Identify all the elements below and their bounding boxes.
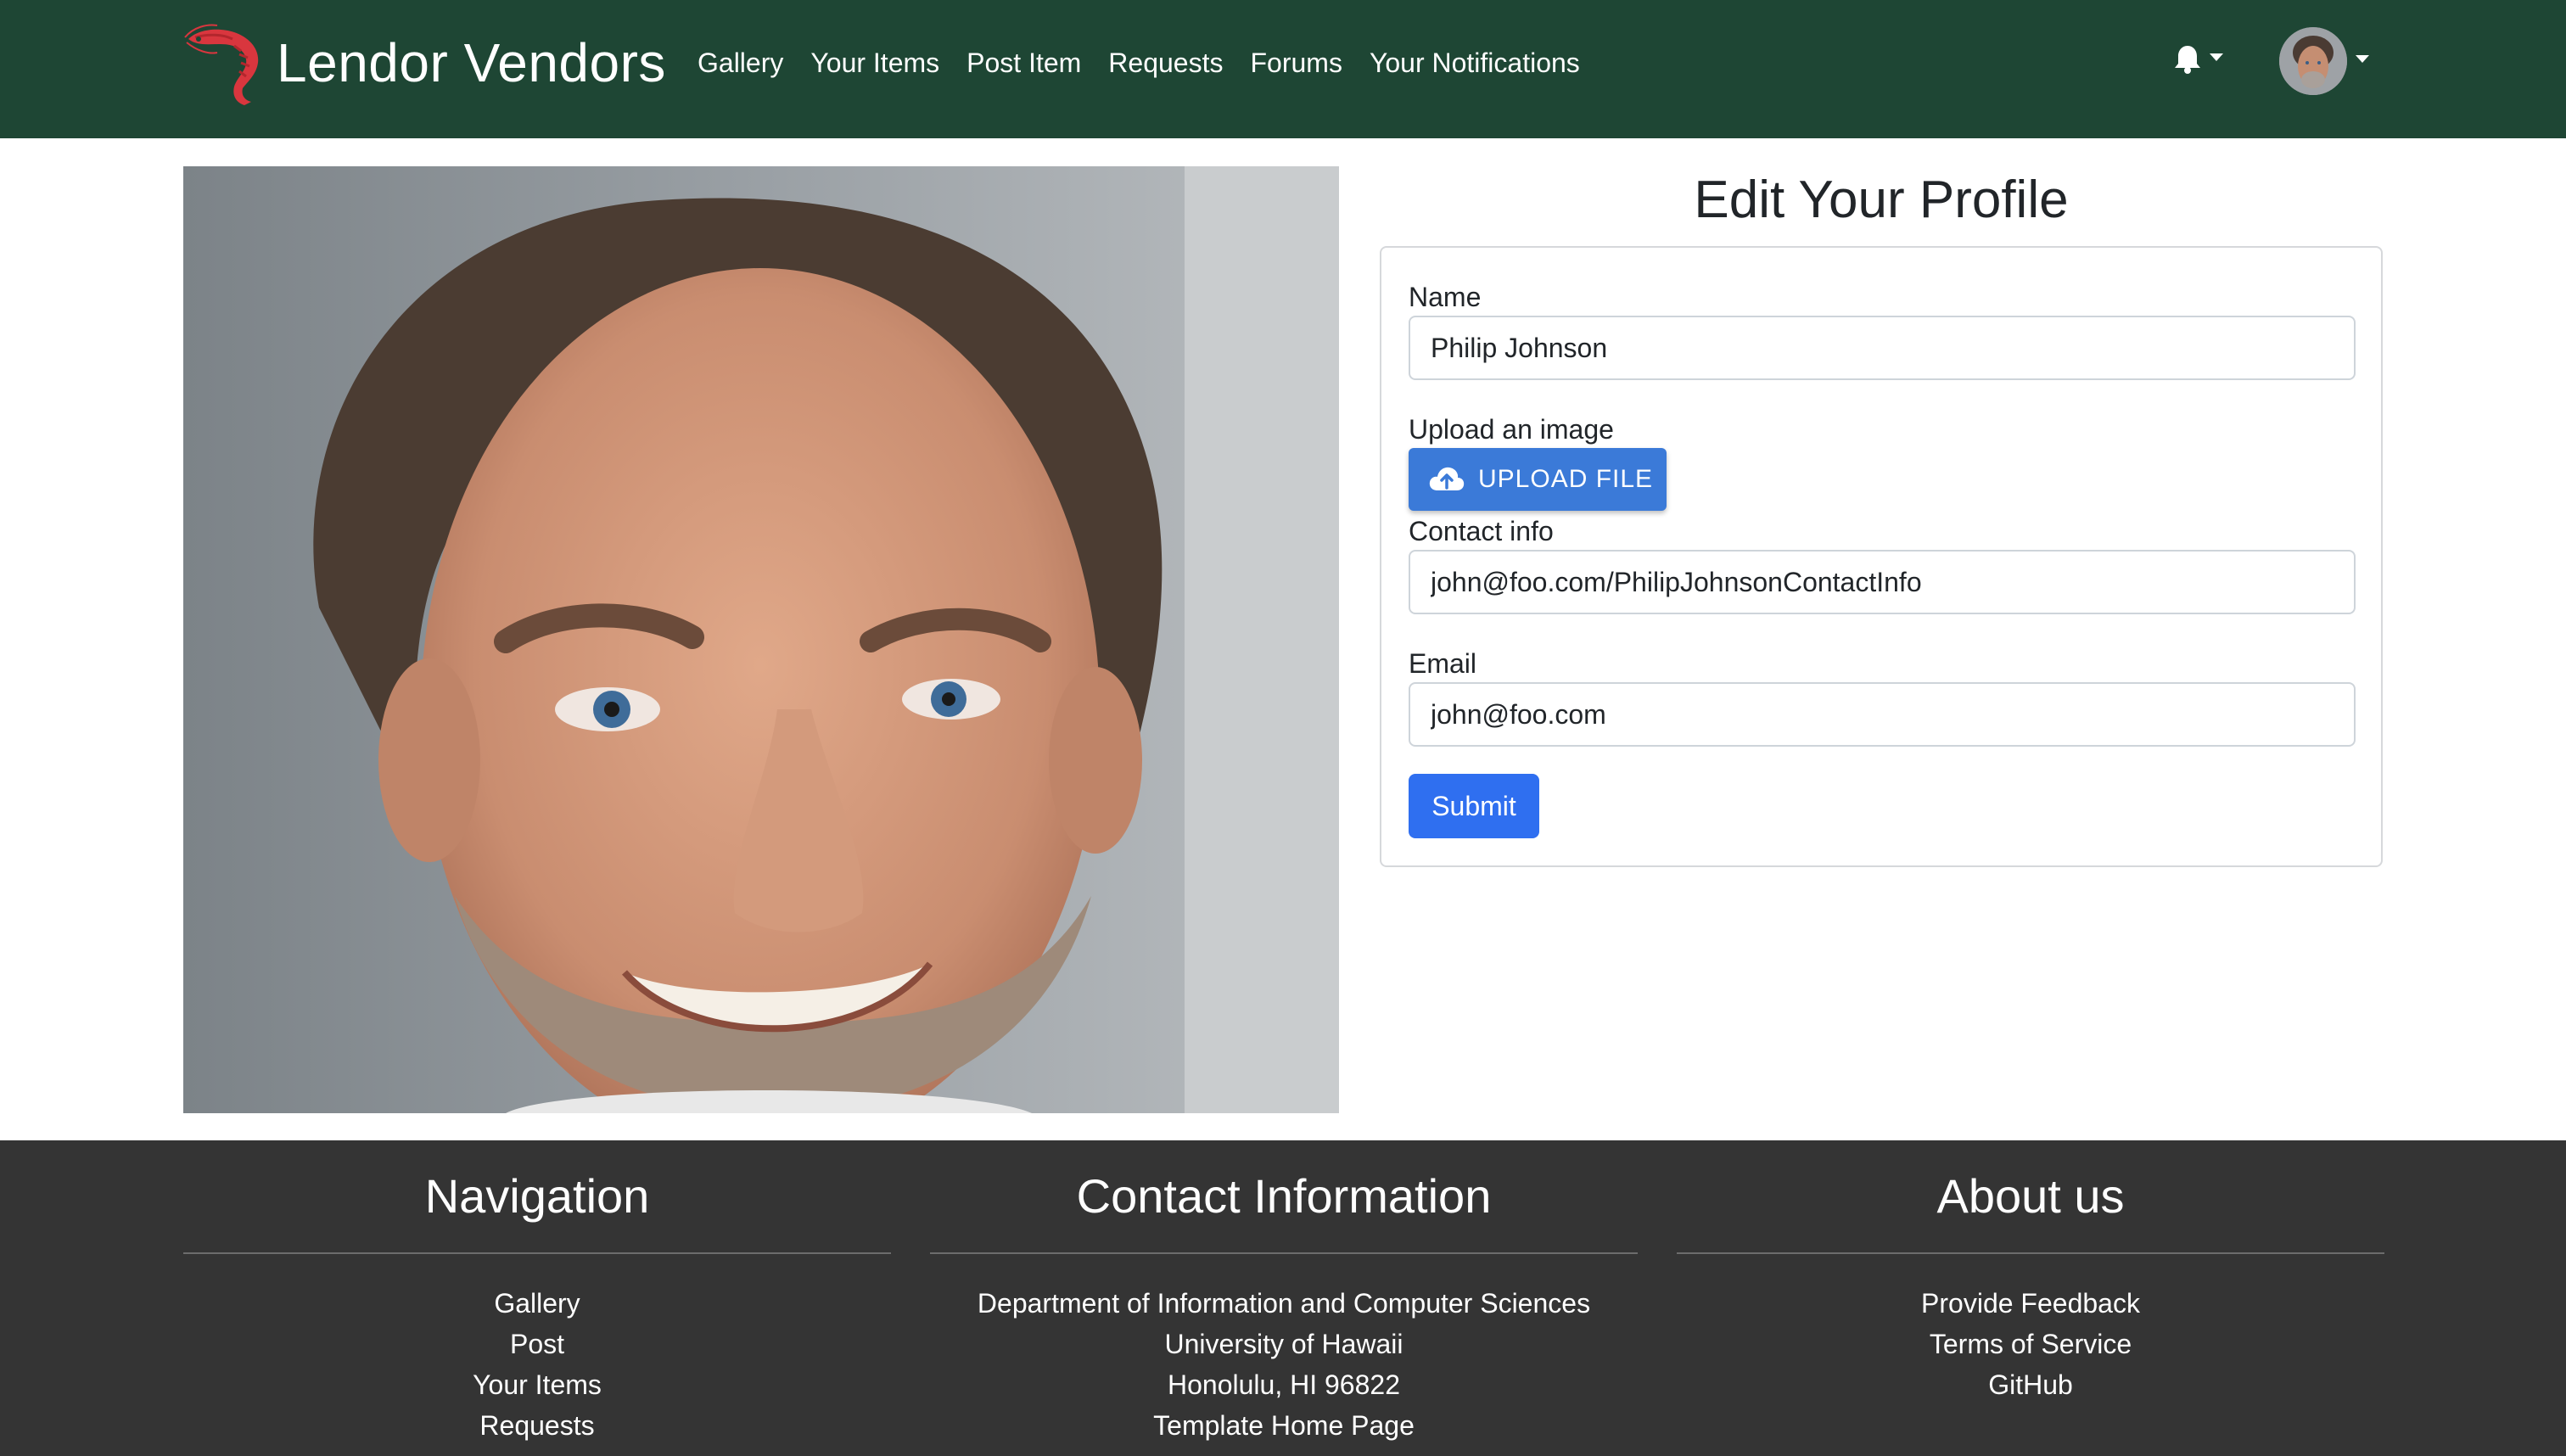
profile-photo-image xyxy=(183,166,1339,1113)
footer-link-terms[interactable]: Terms of Service xyxy=(1677,1324,2384,1364)
contact-info-label: Contact info xyxy=(1409,516,1554,546)
footer-link-github[interactable]: GitHub xyxy=(1677,1364,2384,1405)
nav-links: Gallery Your Items Post Item Requests Fo… xyxy=(698,42,1607,83)
nav-link-forums[interactable]: Forums xyxy=(1250,42,1342,83)
nav-link-gallery[interactable]: Gallery xyxy=(698,42,783,83)
nav-link-notifications[interactable]: Your Notifications xyxy=(1370,42,1580,83)
brand[interactable]: Lendor Vendors xyxy=(182,20,666,105)
bell-icon xyxy=(2175,46,2200,74)
avatar xyxy=(2279,27,2347,95)
upload-file-button[interactable]: UPLOAD FILE xyxy=(1409,448,1667,511)
nav-link-requests[interactable]: Requests xyxy=(1108,42,1223,83)
avatar-image xyxy=(2279,27,2347,95)
contact-info-field[interactable] xyxy=(1409,550,2356,614)
email-label: Email xyxy=(1409,648,1477,679)
email-field[interactable] xyxy=(1409,682,2356,747)
brand-name: Lendor Vendors xyxy=(277,32,666,93)
top-navbar: Lendor Vendors Gallery Your Items Post I… xyxy=(0,0,2566,138)
footer-university: University of Hawaii xyxy=(1164,1329,1403,1359)
divider xyxy=(930,1252,1638,1254)
footer-department: Department of Information and Computer S… xyxy=(977,1288,1591,1319)
page-title: Edit Your Profile xyxy=(1694,171,2069,229)
user-menu-dropdown[interactable] xyxy=(2279,27,2369,95)
name-field[interactable] xyxy=(1409,316,2356,380)
chevron-down-icon xyxy=(2210,53,2223,61)
profile-photo xyxy=(183,166,1339,1113)
footer-address: Honolulu, HI 96822 xyxy=(1168,1369,1400,1400)
shrimp-logo-icon xyxy=(184,24,259,105)
upload-image-label: Upload an image xyxy=(1409,414,1614,445)
footer-link-gallery[interactable]: Gallery xyxy=(183,1283,891,1324)
footer-link-post[interactable]: Post xyxy=(183,1324,891,1364)
footer-link-requests[interactable]: Requests xyxy=(183,1405,891,1446)
footer-contact: Contact Information Department of Inform… xyxy=(930,1140,1638,1446)
edit-profile-form: Name Upload an image UPLOAD FILE Contact… xyxy=(1380,246,2383,867)
divider xyxy=(183,1252,891,1254)
footer-link-feedback[interactable]: Provide Feedback xyxy=(1677,1283,2384,1324)
name-label: Name xyxy=(1409,282,1482,312)
footer-navigation-heading: Navigation xyxy=(424,1169,650,1223)
footer-about: About us Provide Feedback Terms of Servi… xyxy=(1677,1140,2384,1405)
footer-link-template-home[interactable]: Template Home Page xyxy=(930,1405,1638,1446)
footer: Navigation Gallery Post Your Items Reque… xyxy=(0,1140,2566,1456)
nav-link-post-item[interactable]: Post Item xyxy=(966,42,1081,83)
footer-contact-heading: Contact Information xyxy=(1076,1169,1492,1223)
cloud-upload-icon xyxy=(1429,467,1465,490)
upload-file-label: UPLOAD FILE xyxy=(1478,465,1654,493)
notifications-dropdown[interactable] xyxy=(2174,44,2223,75)
chevron-down-icon xyxy=(2356,54,2369,63)
submit-button[interactable]: Submit xyxy=(1409,774,1539,838)
nav-link-your-items[interactable]: Your Items xyxy=(810,42,939,83)
footer-about-heading: About us xyxy=(1936,1169,2125,1223)
footer-link-your-items[interactable]: Your Items xyxy=(183,1364,891,1405)
divider xyxy=(1677,1252,2384,1254)
footer-navigation: Navigation Gallery Post Your Items Reque… xyxy=(183,1140,891,1446)
